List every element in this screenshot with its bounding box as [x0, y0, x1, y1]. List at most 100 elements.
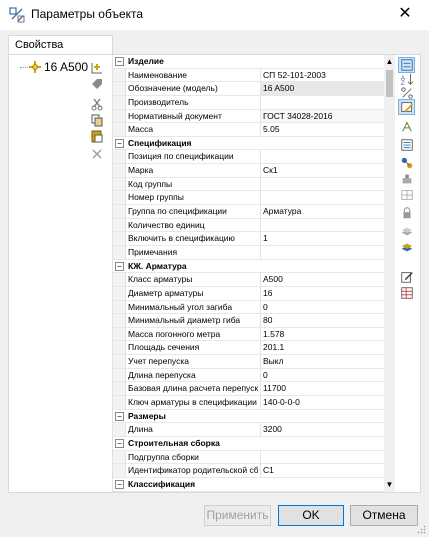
collapse-icon[interactable]: −: [115, 138, 124, 148]
property-row[interactable]: Нормативный документ ГОСТ 34028-2016: [113, 109, 385, 124]
resize-grip-icon[interactable]: [417, 525, 426, 534]
row-gutter: [113, 368, 126, 382]
list-view-icon[interactable]: [398, 137, 415, 153]
category-label: Спецификация: [128, 137, 192, 148]
property-name: Ключ арматуры в спецификации: [128, 397, 257, 408]
paste-icon[interactable]: [88, 127, 106, 145]
tab-element-properties[interactable]: Свойства элемента: [8, 35, 113, 63]
property-row[interactable]: Количество единиц: [113, 218, 385, 233]
collapse-icon[interactable]: −: [115, 479, 124, 489]
property-row[interactable]: Базовая длина расчета перепуска 11700: [113, 382, 385, 397]
property-value[interactable]: 80: [260, 314, 385, 327]
property-value[interactable]: [260, 191, 385, 205]
category-row[interactable]: − Изделие: [113, 55, 385, 69]
category-row[interactable]: − Строительная сборка: [113, 436, 385, 451]
collapse-icon[interactable]: −: [115, 261, 124, 271]
row-gutter: [113, 464, 126, 477]
property-row[interactable]: Длина перепуска 0: [113, 368, 385, 383]
property-value[interactable]: ГОСТ 34028-2016: [260, 109, 385, 123]
highlight-icon[interactable]: [398, 119, 415, 135]
category-row[interactable]: − Спецификация: [113, 136, 385, 151]
property-value[interactable]: СП 52-101-2003: [260, 68, 385, 82]
row-gutter: [113, 382, 126, 396]
property-value[interactable]: 3200: [260, 423, 385, 436]
bind-icon[interactable]: [398, 155, 415, 171]
collapse-icon[interactable]: −: [115, 411, 124, 421]
property-value[interactable]: 140-0-0-0: [260, 396, 385, 409]
cancel-button[interactable]: Отмена: [350, 505, 418, 526]
layers-color-icon[interactable]: [398, 239, 415, 255]
property-row[interactable]: Учет перепуска Выкл: [113, 355, 385, 369]
delete-icon[interactable]: [88, 145, 106, 163]
scroll-down-icon[interactable]: ▼: [384, 479, 395, 491]
property-value[interactable]: C1: [260, 464, 385, 477]
row-gutter: [113, 68, 126, 82]
property-row[interactable]: Примечания: [113, 245, 385, 260]
apply-button[interactable]: Применить: [204, 505, 271, 526]
vertical-scrollbar[interactable]: ▲ ▼: [384, 55, 395, 492]
ok-button[interactable]: OK: [278, 505, 344, 526]
layers-icon[interactable]: [398, 223, 415, 239]
property-value[interactable]: Арматура: [260, 205, 385, 218]
property-row[interactable]: Масса погонного метра 1.578: [113, 327, 385, 342]
grid-icon[interactable]: [398, 187, 415, 203]
property-row[interactable]: Наименование СП 52-101-2003: [113, 68, 385, 83]
property-value[interactable]: [260, 245, 385, 259]
property-value[interactable]: 1.578: [260, 327, 385, 341]
scroll-thumb[interactable]: [386, 70, 393, 97]
table-icon[interactable]: [398, 285, 415, 301]
category-row[interactable]: − Размеры: [113, 409, 385, 424]
property-row[interactable]: Длина 3200: [113, 423, 385, 437]
property-name: Код группы: [128, 178, 173, 189]
property-row[interactable]: Марка Ск1: [113, 164, 385, 178]
property-value[interactable]: A500: [260, 273, 385, 286]
property-row[interactable]: Код группы: [113, 177, 385, 192]
property-row[interactable]: Минимальный диаметр гиба 80: [113, 314, 385, 328]
property-value[interactable]: Ск1: [260, 164, 385, 177]
property-value[interactable]: 0: [260, 368, 385, 382]
property-name: Подгруппа сборки: [128, 451, 199, 462]
property-row[interactable]: Подгруппа сборки: [113, 450, 385, 465]
property-value[interactable]: 201.1: [260, 341, 385, 355]
property-value[interactable]: [260, 450, 385, 464]
stamp-icon[interactable]: [398, 171, 415, 187]
tag-icon[interactable]: [88, 75, 106, 93]
property-row[interactable]: Диаметр арматуры 16: [113, 286, 385, 301]
property-value[interactable]: 16 A500: [260, 82, 385, 95]
lock-icon[interactable]: [398, 205, 415, 221]
property-row[interactable]: Масса 5.05: [113, 123, 385, 137]
property-value[interactable]: 1: [260, 232, 385, 245]
property-row[interactable]: Идентификатор родительской сбор...C1: [113, 464, 385, 478]
property-name: Номер группы: [128, 192, 184, 203]
property-value[interactable]: [260, 150, 385, 164]
property-value[interactable]: 11700: [260, 382, 385, 396]
property-value[interactable]: Выкл: [260, 355, 385, 368]
property-row[interactable]: Площадь сечения 201.1: [113, 341, 385, 356]
property-name: Обозначение (модель): [128, 83, 218, 94]
collapse-icon[interactable]: −: [115, 438, 124, 448]
property-value[interactable]: 0: [260, 300, 385, 314]
tree-item-label: 16 A500: [44, 60, 89, 74]
category-row[interactable]: − Классификация: [113, 477, 385, 492]
property-row[interactable]: Ключ арматуры в спецификации 140-0-0-0: [113, 396, 385, 410]
scroll-up-icon[interactable]: ▲: [384, 56, 395, 68]
property-row[interactable]: Класс арматуры A500: [113, 273, 385, 287]
property-row[interactable]: Производитель: [113, 95, 385, 110]
title-bar: Параметры объекта ✕: [0, 0, 429, 30]
property-value[interactable]: [260, 177, 385, 191]
property-value[interactable]: 5.05: [260, 123, 385, 136]
collapse-icon[interactable]: −: [115, 57, 124, 66]
property-value[interactable]: [260, 95, 385, 109]
close-button[interactable]: ✕: [393, 3, 417, 27]
property-row[interactable]: Обозначение (модель) 16 A500: [113, 82, 385, 96]
category-row[interactable]: − КЖ. Арматура: [113, 259, 385, 274]
property-row[interactable]: Номер группы: [113, 191, 385, 206]
edit-form-icon[interactable]: [398, 269, 415, 285]
property-value[interactable]: [260, 218, 385, 232]
property-row[interactable]: Группа по спецификации Арматура: [113, 205, 385, 219]
property-row[interactable]: Позиция по спецификации: [113, 150, 385, 165]
edit-property-icon[interactable]: [398, 99, 415, 115]
property-row[interactable]: Включить в спецификацию 1: [113, 232, 385, 246]
property-row[interactable]: Минимальный угол загиба 0: [113, 300, 385, 315]
property-value[interactable]: 16: [260, 286, 385, 300]
